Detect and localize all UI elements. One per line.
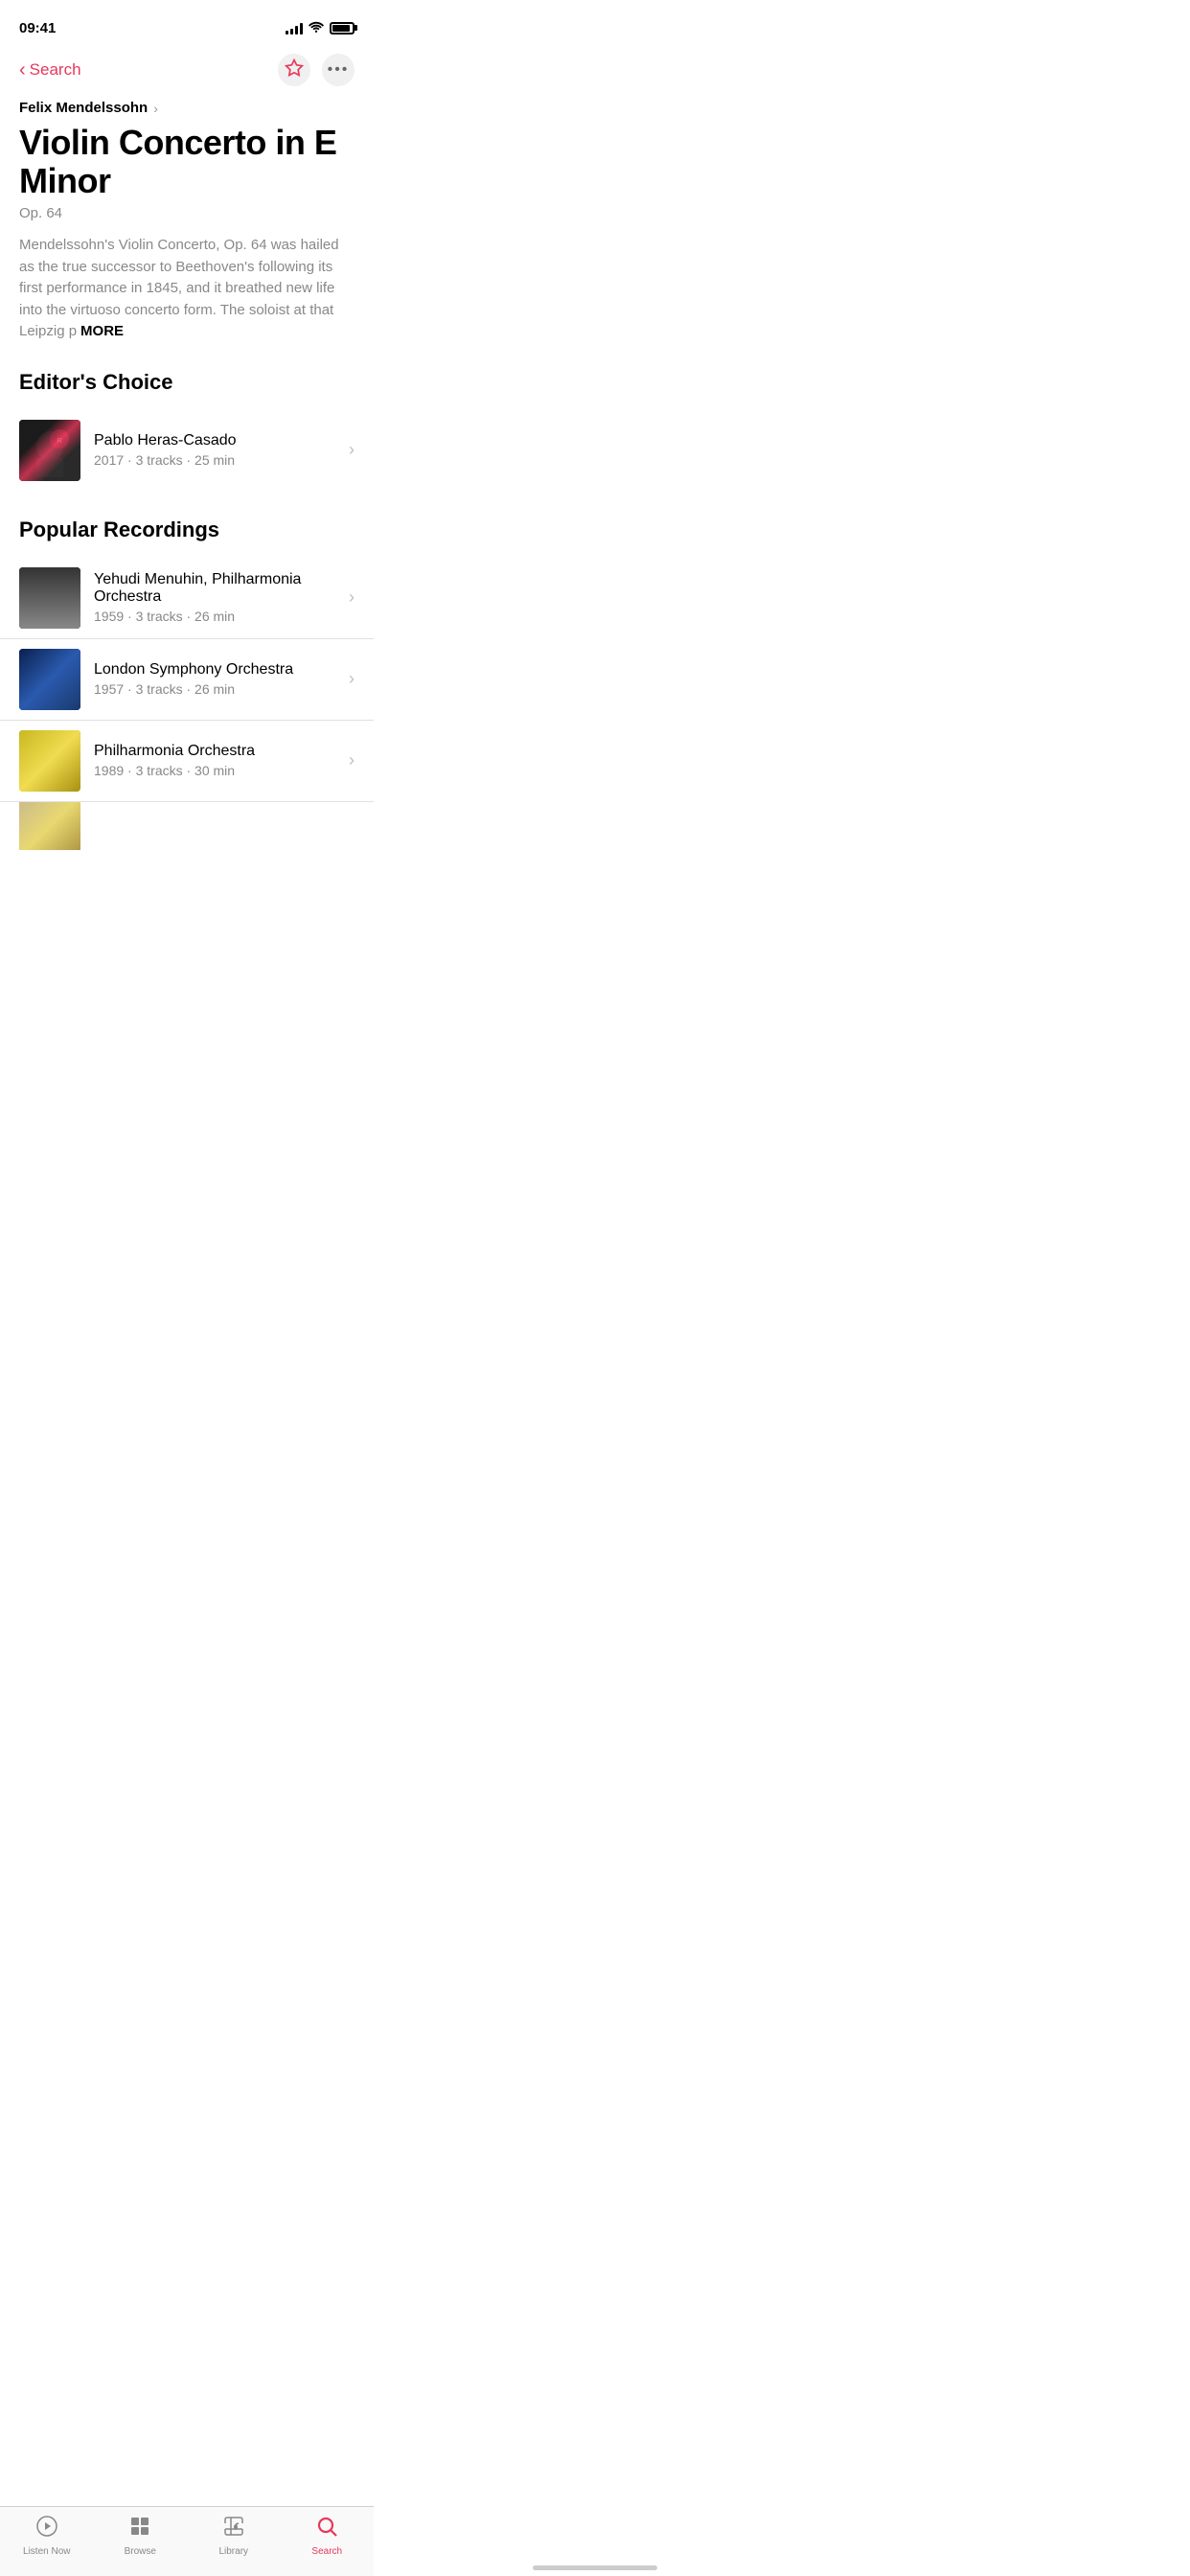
nav-actions: ••• xyxy=(278,54,355,86)
description-text: Mendelssohn's Violin Concerto, Op. 64 wa… xyxy=(19,237,339,339)
menuhin-item-info: Yehudi Menuhin, Philharmonia Orchestra 1… xyxy=(94,571,341,624)
philharmonia-subtitle: 1989 · 3 tracks · 30 min xyxy=(94,763,341,778)
back-label: Search xyxy=(30,60,81,80)
library-label: Library xyxy=(218,2546,248,2557)
editors-choice-item[interactable]: R Pablo Heras-Casado 2017 · 3 tracks · 2… xyxy=(0,410,374,491)
lso-album-art: LSO xyxy=(19,649,80,710)
signal-bar-2 xyxy=(290,29,293,34)
more-button[interactable]: ••• xyxy=(322,54,355,86)
star-icon xyxy=(285,58,304,82)
signal-bars-icon xyxy=(286,21,303,34)
menuhin-chevron-icon: › xyxy=(349,587,355,608)
lso-art-svg: LSO xyxy=(19,649,80,710)
philharmonia-art-svg: MENDELSSOHN xyxy=(19,730,80,792)
opus-label: Op. 64 xyxy=(19,205,355,221)
popular-recordings-section: Popular Recordings xyxy=(0,518,374,850)
page-title: Violin Concerto in E Minor xyxy=(19,124,355,199)
menuhin-artist: Yehudi Menuhin, Philharmonia Orchestra xyxy=(94,571,341,606)
svg-text:LSO: LSO xyxy=(59,664,72,670)
battery-icon xyxy=(330,22,355,34)
breadcrumb-chevron-icon: › xyxy=(153,101,158,116)
battery-fill xyxy=(332,25,350,32)
tab-search[interactable]: Search xyxy=(293,2515,360,2557)
signal-bar-1 xyxy=(286,31,288,34)
back-chevron-icon: ‹ xyxy=(19,59,26,81)
philharmonia-chevron-icon: › xyxy=(349,750,355,770)
more-icon: ••• xyxy=(328,61,350,79)
back-button[interactable]: ‹ Search xyxy=(19,59,81,81)
list-item[interactable]: MENDELSSOHN Philharmonia Orchestra 1989 … xyxy=(0,721,374,802)
tab-library[interactable]: Library xyxy=(200,2515,267,2557)
listen-now-icon xyxy=(35,2515,58,2543)
list-item[interactable]: LSO London Symphony Orchestra 1957 · 3 t… xyxy=(0,639,374,721)
tab-bar: Listen Now Browse Library xyxy=(0,2506,374,2576)
browse-icon xyxy=(128,2515,151,2543)
philharmonia-artist: Philharmonia Orchestra xyxy=(94,743,341,760)
status-time: 09:41 xyxy=(19,20,56,36)
editors-choice-section: Editor's Choice R Pablo Heras-Casado 201… xyxy=(0,370,374,491)
tab-listen-now[interactable]: Listen Now xyxy=(13,2515,80,2557)
wifi-icon xyxy=(309,20,324,35)
list-item[interactable]: YEHUDI MENUHIN Yehudi Menuhin, Philharmo… xyxy=(0,558,374,639)
more-link[interactable]: MORE xyxy=(80,323,124,339)
lso-chevron-icon: › xyxy=(349,669,355,689)
svg-text:R: R xyxy=(57,438,61,445)
content-area: Felix Mendelssohn › Violin Concerto in E… xyxy=(0,100,374,343)
philharmonia-album-art: MENDELSSOHN xyxy=(19,730,80,792)
home-indicator xyxy=(533,2565,657,2570)
lso-artist: London Symphony Orchestra xyxy=(94,661,341,678)
menuhin-album-art: YEHUDI MENUHIN xyxy=(19,567,80,629)
lso-item-info: London Symphony Orchestra 1957 · 3 track… xyxy=(94,661,341,697)
pablo-subtitle: 2017 · 3 tracks · 25 min xyxy=(94,452,341,468)
library-icon xyxy=(222,2515,245,2543)
status-icons xyxy=(286,20,355,35)
pablo-chevron-icon: › xyxy=(349,440,355,460)
menuhin-art-svg: YEHUDI MENUHIN xyxy=(19,567,80,629)
philharmonia-item-info: Philharmonia Orchestra 1989 · 3 tracks ·… xyxy=(94,743,341,778)
svg-text:YEHUDI MENUHIN: YEHUDI MENUHIN xyxy=(23,618,65,624)
menuhin-subtitle: 1959 · 3 tracks · 26 min xyxy=(94,609,341,624)
signal-bar-3 xyxy=(295,26,298,34)
breadcrumb-artist: Felix Mendelssohn xyxy=(19,100,148,116)
scroll-content: Felix Mendelssohn › Violin Concerto in E… xyxy=(0,100,374,946)
search-icon xyxy=(315,2515,338,2543)
pablo-album-art: R xyxy=(19,420,80,481)
browse-label: Browse xyxy=(125,2546,156,2557)
pablo-artist: Pablo Heras-Casado xyxy=(94,432,341,449)
listen-now-label: Listen Now xyxy=(23,2546,70,2557)
search-label: Search xyxy=(311,2546,342,2557)
popular-recordings-title: Popular Recordings xyxy=(0,518,374,542)
breadcrumb[interactable]: Felix Mendelssohn › xyxy=(19,100,355,116)
pablo-art-svg: R xyxy=(19,420,80,481)
tab-browse[interactable]: Browse xyxy=(106,2515,173,2557)
bottom-album-art: TCHAIKOVSKY xyxy=(19,802,80,850)
svg-text:TCHAIKOVSKY: TCHAIKOVSKY xyxy=(23,805,57,811)
work-description: Mendelssohn's Violin Concerto, Op. 64 wa… xyxy=(19,235,355,343)
favorite-button[interactable] xyxy=(278,54,310,86)
status-bar: 09:41 xyxy=(0,0,374,42)
bottom-art-svg: TCHAIKOVSKY xyxy=(19,802,80,850)
nav-bar: ‹ Search ••• xyxy=(0,46,374,94)
svg-text:MENDELSSOHN: MENDELSSOHN xyxy=(23,734,60,740)
editors-choice-title: Editor's Choice xyxy=(0,370,374,395)
lso-subtitle: 1957 · 3 tracks · 26 min xyxy=(94,681,341,697)
signal-bar-4 xyxy=(300,23,303,34)
list-item[interactable]: TCHAIKOVSKY xyxy=(0,802,374,850)
pablo-item-info: Pablo Heras-Casado 2017 · 3 tracks · 25 … xyxy=(94,432,341,468)
